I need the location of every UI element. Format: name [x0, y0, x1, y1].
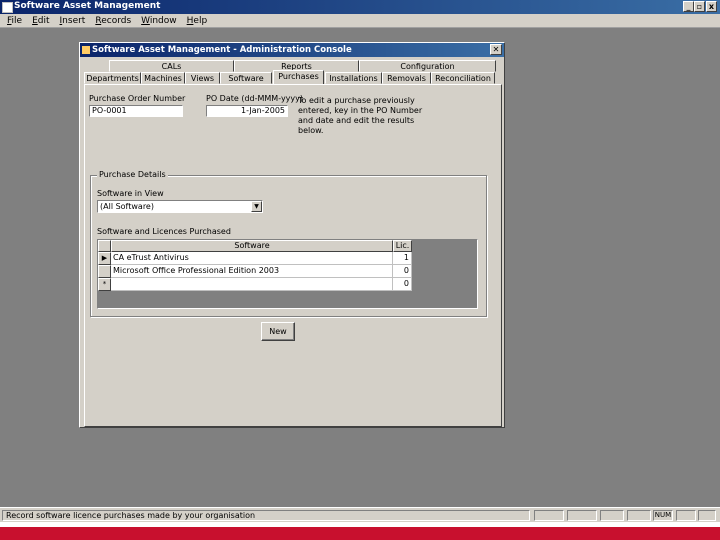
- po-date-field[interactable]: 1-Jan-2005: [206, 105, 288, 117]
- admin-console-window: Software Asset Management - Administrati…: [79, 42, 505, 428]
- new-button[interactable]: New: [261, 322, 295, 341]
- status-pane: [698, 510, 716, 521]
- licences-grid[interactable]: Software Lic. ▶ CA eTrust Antivirus 1 Mi…: [97, 239, 478, 309]
- app-close-button[interactable]: x: [706, 1, 717, 12]
- tab-installations[interactable]: Installations: [325, 72, 382, 84]
- table-cell-software[interactable]: CA eTrust Antivirus: [111, 252, 393, 265]
- software-view-select[interactable]: (All Software) ▼: [97, 200, 263, 213]
- status-bar: Record software licence purchases made b…: [0, 507, 720, 522]
- purchase-details-title: Purchase Details: [97, 170, 168, 179]
- status-pane: [600, 510, 624, 521]
- menu-help[interactable]: Help: [187, 14, 208, 28]
- tab-cals[interactable]: CALs: [109, 60, 234, 72]
- chevron-down-icon[interactable]: ▼: [251, 201, 262, 212]
- status-pane: [627, 510, 651, 521]
- tab-software[interactable]: Software: [220, 72, 272, 84]
- po-number-label: Purchase Order Number: [89, 94, 186, 103]
- column-header-software[interactable]: Software: [111, 240, 393, 252]
- app-title: Software Asset Management: [14, 1, 161, 11]
- edit-instructions: To edit a purchase previously entered, k…: [298, 96, 423, 135]
- restore-button[interactable]: ▫: [694, 1, 705, 12]
- tab-removals[interactable]: Removals: [382, 72, 431, 84]
- tab-departments[interactable]: Departments: [84, 72, 141, 84]
- status-pane: [676, 510, 696, 521]
- table-cell-licences[interactable]: 1: [393, 252, 412, 265]
- tab-reconciliation[interactable]: Reconciliation: [431, 72, 495, 84]
- column-header-licences[interactable]: Lic.: [393, 240, 412, 252]
- tab-configuration[interactable]: Configuration: [359, 60, 496, 72]
- new-record-selector[interactable]: *: [98, 278, 111, 291]
- minimize-button[interactable]: _: [683, 1, 694, 12]
- menu-window[interactable]: Window: [141, 14, 177, 28]
- menu-bar: File Edit Insert Records Window Help: [0, 14, 720, 28]
- menu-insert[interactable]: Insert: [60, 14, 86, 28]
- po-date-label: PO Date (dd-MMM-yyyy): [206, 94, 304, 103]
- app-title-bar: Software Asset Management _ ▫ x: [0, 0, 720, 14]
- menu-records[interactable]: Records: [95, 14, 131, 28]
- red-accent-bar: [0, 527, 720, 540]
- status-text: Record software licence purchases made b…: [2, 510, 530, 521]
- table-cell-software[interactable]: [111, 278, 393, 291]
- licences-purchased-label: Software and Licences Purchased: [97, 227, 231, 236]
- po-number-field[interactable]: PO-0001: [89, 105, 183, 117]
- row-selector[interactable]: ▶: [98, 252, 111, 265]
- row-selector[interactable]: [98, 265, 111, 278]
- status-pane: [567, 510, 597, 521]
- form-icon: [82, 46, 90, 54]
- dialog-close-button[interactable]: ✕: [490, 44, 502, 55]
- status-pane: [534, 510, 564, 521]
- grid-corner: [98, 240, 111, 252]
- dialog-title-bar: Software Asset Management - Administrati…: [80, 43, 504, 57]
- num-lock-indicator: NUM: [653, 510, 673, 521]
- menu-edit[interactable]: Edit: [32, 14, 49, 28]
- software-in-view-label: Software in View: [97, 189, 164, 198]
- table-cell-licences[interactable]: 0: [393, 265, 412, 278]
- tab-purchases[interactable]: Purchases: [273, 70, 324, 84]
- dialog-title: Software Asset Management - Administrati…: [92, 45, 352, 55]
- app-icon: [2, 2, 13, 13]
- tab-views[interactable]: Views: [185, 72, 220, 84]
- footer-strip: [0, 522, 720, 540]
- software-view-value: (All Software): [100, 202, 154, 211]
- tab-machines[interactable]: Machines: [141, 72, 185, 84]
- menu-file[interactable]: File: [7, 14, 22, 28]
- table-cell-licences[interactable]: 0: [393, 278, 412, 291]
- table-cell-software[interactable]: Microsoft Office Professional Edition 20…: [111, 265, 393, 278]
- purchases-tab-panel: Purchase Order Number PO-0001 PO Date (d…: [84, 84, 502, 427]
